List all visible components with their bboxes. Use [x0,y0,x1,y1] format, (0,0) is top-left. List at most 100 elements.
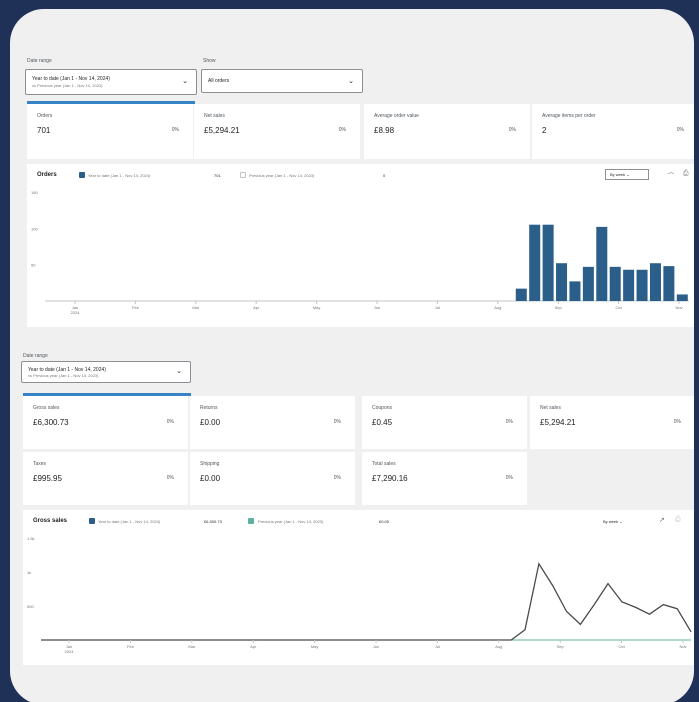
bar [515,288,527,301]
orders-legend-current: Year to date (Jan 1 - Nov 14, 2024) [88,173,151,178]
x-tick-label: Jun [373,644,379,649]
metric-card[interactable]: Net sales £5,294.21 0% [530,396,694,449]
metric-value: £5,294.21 [540,418,576,427]
analytics-panel: Date range Year to date (Jan 1 - Nov 14,… [10,9,694,702]
metric-delta: 0% [673,419,681,425]
chevron-down-icon: ⌄ [182,78,188,85]
bar [542,224,554,301]
bar [569,281,581,301]
metric-delta: 0% [508,127,516,133]
x-tick-label: May [311,644,319,649]
bar [636,269,648,301]
x-tick-label: Jul [435,644,440,649]
x-tick-label: Feb [132,305,140,310]
checkbox-previous[interactable] [240,172,246,178]
metric-delta: 0% [676,127,684,133]
gross-legend-current: Year to date (Jan 1 - Nov 14, 2024) [98,519,161,524]
bar [582,266,594,301]
gross-chart-title: Gross sales [33,518,68,524]
metric-title: Orders [37,113,53,119]
chevron-down-icon: ⌄ [348,78,354,85]
metric-title: Net sales [204,113,225,119]
x-tick-label: Aug [494,305,501,310]
x-tick-label: Jul [435,305,440,310]
metric-value: £0.00 [200,418,221,427]
metric-card[interactable]: Average items per order 2 0% [532,104,694,159]
metric-delta: 0% [166,475,174,481]
metric-value: 2 [542,126,547,135]
metric-title: Gross sales [33,405,60,411]
metric-value: £6,300.73 [33,418,69,427]
date-range-select-2[interactable]: Year to date (Jan 1 - Nov 14, 2024) vs P… [21,361,191,383]
x-tick-label: Aug [495,644,502,649]
orders-legend-previous: Previous year (Jan 1 - Nov 14, 2023) [249,173,315,178]
x-tick-label: Sep [557,644,565,649]
x-tick-label: Apr [250,644,257,649]
metric-title: Total sales [372,461,396,467]
metric-value: 701 [37,126,51,135]
x-tick-label: Jun [374,305,380,310]
metric-delta: 0% [505,419,513,425]
x-tick-label: 2024 [65,649,75,654]
orders-interval-value: By week [610,172,626,177]
bar [649,263,661,301]
chart-line-icon[interactable]: ⌒ [668,171,674,180]
show-label: Show [203,58,216,64]
date-range-select[interactable]: Year to date (Jan 1 - Nov 14, 2024) vs P… [25,69,197,95]
orders-legend-current-value: 701 [214,173,221,178]
metric-delta: 0% [505,475,513,481]
metric-value: £5,294.21 [204,126,240,135]
gross-legend-current-value: £6,300.73 [204,519,222,524]
x-tick-label: Feb [127,644,135,649]
x-tick-label: Apr [253,305,260,310]
metric-delta: 0% [166,419,174,425]
metric-value: £0.00 [200,474,221,483]
metric-title: Average items per order [542,113,596,119]
orders-chart-box: Orders Year to date (Jan 1 - Nov 14, 202… [27,164,694,327]
metric-card[interactable]: Taxes £995.95 0% [23,452,188,505]
metric-card[interactable]: Gross sales £6,300.73 0% [23,396,188,449]
print-icon[interactable]: ⎙ [683,170,689,178]
y-tick-label: 1k [27,570,31,575]
y-tick-label: 500 [27,604,34,609]
bar [609,266,621,301]
orders-interval-select[interactable]: By week ⌄ [605,169,649,180]
checkbox-current[interactable] [89,518,95,524]
x-tick-label: Nov [675,305,682,310]
date-range-compare-2: vs Previous year (Jan 1 - Nov 14, 2023) [28,373,99,378]
metric-card[interactable]: Coupons £0.45 0% [362,396,527,449]
gross-chart-svg: 1.5k1k500Jan2024Feb Mar Apr May Jun Jul Aug Sep… [27,536,692,654]
x-tick-label: Oct [618,644,625,649]
show-value: All orders [208,78,230,84]
metric-title: Net sales [540,405,561,411]
metric-card[interactable]: Total sales £7,290.16 0% [362,452,527,505]
metric-card[interactable]: Returns £0.00 0% [190,396,355,449]
metric-value: £0.45 [372,418,393,427]
metric-title: Coupons [372,405,393,411]
date-range-value: Year to date (Jan 1 - Nov 14, 2024) [32,76,110,82]
gross-legend-previous: Previous year (Jan 1 - Nov 14, 2023) [258,519,324,524]
print-icon[interactable]: ⎙ [675,516,681,524]
y-tick-label: 150 [31,190,38,195]
y-tick-label: 50 [31,263,36,268]
metric-card[interactable]: Shipping £0.00 0% [190,452,355,505]
bar [676,294,688,301]
y-tick-label: 1.5k [27,536,35,541]
metric-delta: 0% [333,475,341,481]
orders-chart-svg: 15010050Jan2024Feb Mar Apr May Jun Jul Aug Sep O… [31,190,689,315]
external-link-icon[interactable]: ↗ [659,516,665,524]
metric-card[interactable]: Net sales £5,294.21 0% [194,104,360,159]
date-range-label: Date range [27,58,52,64]
metric-card[interactable]: Orders 701 0% [27,104,193,159]
metric-title: Average order value [374,113,419,119]
checkbox-previous[interactable] [248,518,254,524]
gross-chart-box: Gross sales Year to date (Jan 1 - Nov 14… [23,510,694,665]
metric-delta: 0% [333,419,341,425]
metric-card[interactable]: Average order value £8.98 0% [364,104,530,159]
orders-chart-title: Orders [37,172,57,178]
gross-interval-value: By week [603,519,619,524]
x-tick-label: Mar [188,644,196,649]
checkbox-current[interactable] [79,172,85,178]
show-select[interactable]: All orders ⌄ [201,69,363,93]
gross-interval-select[interactable]: By week ⌄ [603,519,623,524]
